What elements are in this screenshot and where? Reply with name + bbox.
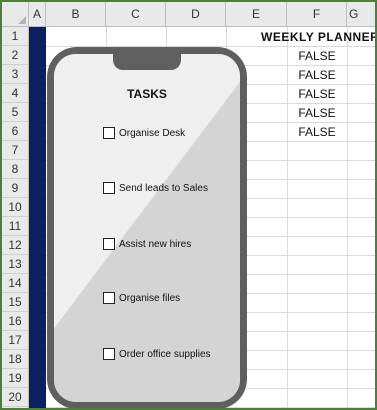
task-label: Order office supplies [119, 348, 211, 360]
row-header-3[interactable]: 3 [2, 65, 29, 84]
row-header-17[interactable]: 17 [2, 331, 29, 350]
column-header-b[interactable]: B [46, 2, 106, 27]
checkbox-icon[interactable] [103, 292, 115, 304]
row-header-19[interactable]: 19 [2, 369, 29, 388]
row-header-8[interactable]: 8 [2, 160, 29, 179]
row-header-11[interactable]: 11 [2, 217, 29, 236]
row-header-18[interactable]: 18 [2, 350, 29, 369]
task-organise-desk[interactable]: Organise Desk [103, 127, 185, 139]
row-header-6[interactable]: 6 [2, 122, 29, 141]
row-header-12[interactable]: 12 [2, 236, 29, 255]
row-header-14[interactable]: 14 [2, 274, 29, 293]
row-header-1[interactable]: 1 [2, 27, 29, 46]
column-header-e[interactable]: E [226, 2, 287, 27]
cell-f4[interactable]: FALSE [287, 84, 347, 103]
row-header-5[interactable]: 5 [2, 103, 29, 122]
cell-f2[interactable]: FALSE [287, 46, 347, 65]
column-header-d[interactable]: D [166, 2, 226, 27]
column-header-g[interactable]: G [347, 2, 375, 27]
row-header-21[interactable]: 21 [2, 407, 29, 408]
column-header-a[interactable]: A [29, 2, 46, 27]
worksheet-frame: A B C D E F G 1 2 3 4 5 6 7 8 9 10 11 12… [0, 0, 377, 410]
checkbox-icon[interactable] [103, 348, 115, 360]
weekly-planner-title[interactable]: WEEKLY PLANNER [261, 27, 375, 46]
checkbox-icon[interactable] [103, 127, 115, 139]
task-assist-new-hires[interactable]: Assist new hires [103, 238, 191, 250]
phone-mockup-shape: TASKS Organise Desk Send leads to Sales … [47, 47, 247, 408]
phone-notch [113, 54, 181, 70]
row-header-9[interactable]: 9 [2, 179, 29, 198]
row-header-13[interactable]: 13 [2, 255, 29, 274]
task-organise-files[interactable]: Organise files [103, 292, 180, 304]
task-label: Organise files [119, 292, 181, 304]
checkbox-icon[interactable] [103, 238, 115, 250]
checkbox-icon[interactable] [103, 182, 115, 194]
cell-f6[interactable]: FALSE [287, 122, 347, 141]
select-all-corner[interactable] [2, 2, 29, 27]
cell-f3[interactable]: FALSE [287, 65, 347, 84]
select-all-triangle-icon [18, 16, 26, 24]
row-header-10[interactable]: 10 [2, 198, 29, 217]
tasks-title: TASKS [127, 87, 167, 101]
worksheet: A B C D E F G 1 2 3 4 5 6 7 8 9 10 11 12… [2, 2, 375, 408]
task-send-leads[interactable]: Send leads to Sales [103, 182, 208, 194]
task-label: Send leads to Sales [119, 182, 208, 194]
column-header-f[interactable]: F [287, 2, 347, 27]
column-a-fill [29, 27, 46, 408]
row-header-4[interactable]: 4 [2, 84, 29, 103]
row-header-7[interactable]: 7 [2, 141, 29, 160]
column-header-c[interactable]: C [106, 2, 166, 27]
cell-f5[interactable]: FALSE [287, 103, 347, 122]
task-label: Assist new hires [119, 238, 192, 250]
row-header-16[interactable]: 16 [2, 312, 29, 331]
row-header-15[interactable]: 15 [2, 293, 29, 312]
row-header-20[interactable]: 20 [2, 388, 29, 407]
row-header-2[interactable]: 2 [2, 46, 29, 65]
task-order-office-supplies[interactable]: Order office supplies [103, 348, 211, 360]
task-label: Organise Desk [119, 127, 186, 139]
